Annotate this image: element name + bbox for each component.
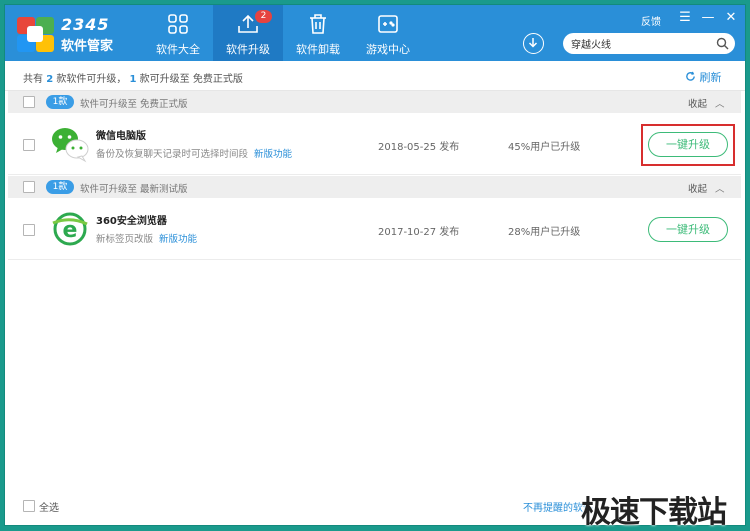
refresh-label: 刷新 — [699, 71, 722, 84]
group-checkbox[interactable] — [23, 96, 35, 108]
gamepad-icon — [378, 15, 398, 33]
group-count-badge: 1款 — [46, 95, 74, 109]
collapse-toggle[interactable]: 收起 ︿ — [688, 96, 725, 110]
select-all-label[interactable]: 全选 — [39, 499, 59, 514]
group-header-beta: 1款 软件可升级至 最新测试版 收起 ︿ — [8, 176, 741, 198]
upgrade-percent: 28%用户已升级 — [508, 227, 581, 238]
search-icon[interactable] — [716, 37, 729, 50]
tab-game-center[interactable]: 游戏中心 — [353, 5, 423, 61]
menu-icon[interactable]: ☰ — [677, 10, 693, 26]
release-date: 2018-05-25 发布 — [378, 142, 460, 153]
list-item: e 360安全浏览器 新标签页改版 新版功能 2017-10-27 发布 28%用… — [8, 198, 741, 260]
group-header-free: 1款 软件可升级至 免费正式版 收起 ︿ — [8, 91, 741, 113]
row-checkbox[interactable] — [23, 139, 35, 151]
group-title: 软件可升级至 最新测试版 — [80, 184, 188, 195]
app-logo — [15, 15, 55, 53]
one-click-upgrade-button[interactable]: 一键升级 — [648, 217, 728, 242]
one-click-upgrade-button[interactable]: 一键升级 — [648, 132, 728, 157]
refresh-button[interactable]: 刷新 — [685, 69, 722, 85]
group-checkbox[interactable] — [23, 181, 35, 193]
refresh-icon — [686, 71, 695, 81]
tab-software-uninstall[interactable]: 软件卸载 — [283, 5, 353, 61]
collapse-toggle[interactable]: 收起 ︿ — [688, 181, 725, 195]
desc-text: 备份及恢复聊天记录时可选择时间段 — [96, 149, 249, 160]
close-button[interactable]: ✕ — [723, 10, 739, 26]
group-title: 软件可升级至 免费正式版 — [80, 99, 188, 110]
download-icon — [528, 38, 538, 48]
release-date: 2017-10-27 发布 — [378, 227, 460, 238]
360-browser-icon: e — [52, 212, 88, 246]
app-description: 新标签页改版 新版功能 — [96, 231, 197, 245]
summary-text: 共有 2 款软件可升级， 1 款可升级至 免费正式版 — [23, 70, 243, 85]
feedback-link[interactable]: 反馈 — [641, 13, 661, 28]
chevron-up-icon: ︿ — [715, 184, 725, 195]
group-count-badge: 1款 — [46, 180, 74, 194]
footer-bar: 全选 不再提醒的软件 极速下载站 — [5, 487, 745, 530]
watermark-text: 极速下载站 — [581, 495, 727, 530]
new-feature-link[interactable]: 新版功能 — [254, 149, 292, 160]
desc-text: 新标签页改版 — [96, 234, 154, 245]
search-input[interactable] — [571, 36, 711, 51]
wechat-icon — [52, 128, 89, 163]
brand-number: 2345 — [61, 15, 110, 34]
tab-software-all[interactable]: 软件大全 — [143, 5, 213, 61]
title-bar: 2345 软件管家 软件大全 2 软件升级 软件卸载 游戏中心 反馈 ☰ — ✕… — [5, 5, 745, 61]
upgrade-count-badge: 2 — [255, 10, 272, 23]
trash-icon — [310, 14, 326, 34]
brand-name: 软件管家 — [61, 39, 114, 54]
app-window: 2345 软件管家 软件大全 2 软件升级 软件卸载 游戏中心 反馈 ☰ — ✕… — [4, 4, 746, 530]
chevron-up-icon: ︿ — [715, 99, 725, 110]
collapse-label: 收起 — [688, 184, 708, 195]
tab-label: 软件升级 — [226, 43, 270, 56]
tab-label: 软件大全 — [156, 43, 200, 56]
summary-prefix: 共有 — [23, 74, 47, 85]
summary-mid2: 款可升级至 免费正式版 — [136, 74, 243, 85]
search-box — [563, 33, 735, 54]
summary-mid1: 款软件可升级， — [53, 74, 130, 85]
app-description: 备份及恢复聊天记录时可选择时间段 新版功能 — [96, 146, 292, 160]
list-item: 微信电脑版 备份及恢复聊天记录时可选择时间段 新版功能 2018-05-25 发布… — [8, 113, 741, 175]
upgrade-percent: 45%用户已升级 — [508, 142, 581, 153]
tab-software-upgrade[interactable]: 2 软件升级 — [213, 5, 283, 61]
summary-bar: 共有 2 款软件可升级， 1 款可升级至 免费正式版 刷新 — [5, 61, 745, 91]
minimize-button[interactable]: — — [700, 10, 716, 26]
download-manager-button[interactable] — [523, 33, 544, 54]
row-checkbox[interactable] — [23, 224, 35, 236]
new-feature-link[interactable]: 新版功能 — [159, 234, 197, 245]
select-all-checkbox[interactable] — [23, 500, 35, 512]
tab-label: 游戏中心 — [366, 43, 410, 56]
app-name: 360安全浏览器 — [96, 216, 167, 227]
apps-grid-icon — [168, 14, 188, 34]
app-name: 微信电脑版 — [96, 131, 146, 142]
collapse-label: 收起 — [688, 99, 708, 110]
tab-label: 软件卸载 — [296, 43, 340, 56]
